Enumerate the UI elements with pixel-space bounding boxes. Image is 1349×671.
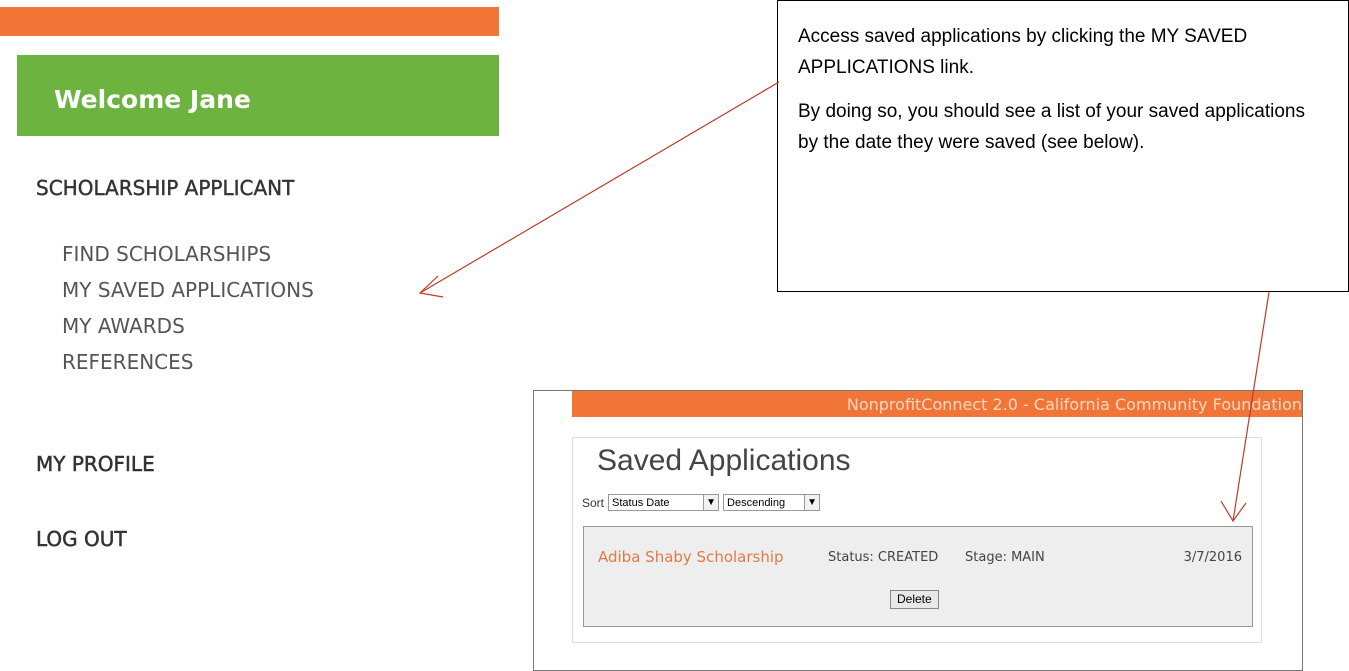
- application-name-link[interactable]: Adiba Shaby Scholarship: [598, 548, 784, 566]
- chevron-down-icon: ▼: [703, 495, 719, 510]
- site-banner: NonprofitConnect 2.0 - California Commun…: [572, 391, 1302, 417]
- top-orange-bar: [0, 7, 499, 36]
- menu-item-log-out[interactable]: LOG OUT: [36, 527, 127, 552]
- scholarship-applicant-heading: SCHOLARSHIP APPLICANT: [36, 176, 295, 200]
- saved-applications-screenshot: NonprofitConnect 2.0 - California Commun…: [533, 390, 1303, 671]
- menu-item-my-saved-applications[interactable]: MY SAVED APPLICATIONS: [62, 272, 314, 308]
- menu-item-references[interactable]: REFERENCES: [62, 344, 314, 380]
- welcome-banner: Welcome Jane: [17, 55, 499, 136]
- sort-field-select[interactable]: Status Date ▼: [608, 494, 720, 511]
- sort-controls: Sort Status Date ▼ Descending ▼: [582, 494, 821, 511]
- application-card: Adiba Shaby Scholarship Status: CREATED …: [583, 526, 1253, 627]
- sort-label: Sort: [582, 495, 605, 510]
- sort-field-value: Status Date: [612, 496, 670, 509]
- menu-item-my-profile[interactable]: MY PROFILE: [36, 452, 155, 477]
- chevron-down-icon: ▼: [804, 495, 820, 510]
- application-date: 3/7/2016: [1183, 550, 1242, 565]
- arrow-to-menu-head: [418, 275, 444, 298]
- delete-button[interactable]: Delete: [890, 590, 939, 609]
- callout-paragraph-1: Access saved applications by clicking th…: [798, 26, 1248, 78]
- applicant-submenu: FIND SCHOLARSHIPS MY SAVED APPLICATIONS …: [62, 236, 314, 380]
- application-stage: Stage: MAIN: [965, 550, 1045, 565]
- instruction-callout: Access saved applications by clicking th…: [777, 0, 1349, 292]
- welcome-text: Welcome Jane: [54, 85, 251, 114]
- sort-order-value: Descending: [727, 496, 786, 509]
- menu-item-my-awards[interactable]: MY AWARDS: [62, 308, 314, 344]
- sort-order-select[interactable]: Descending ▼: [723, 494, 821, 511]
- application-status: Status: CREATED: [828, 550, 939, 565]
- page-title: Saved Applications: [591, 442, 857, 480]
- callout-paragraph-2: By doing so, you should see a list of yo…: [798, 101, 1305, 153]
- menu-item-find-scholarships[interactable]: FIND SCHOLARSHIPS: [62, 236, 314, 272]
